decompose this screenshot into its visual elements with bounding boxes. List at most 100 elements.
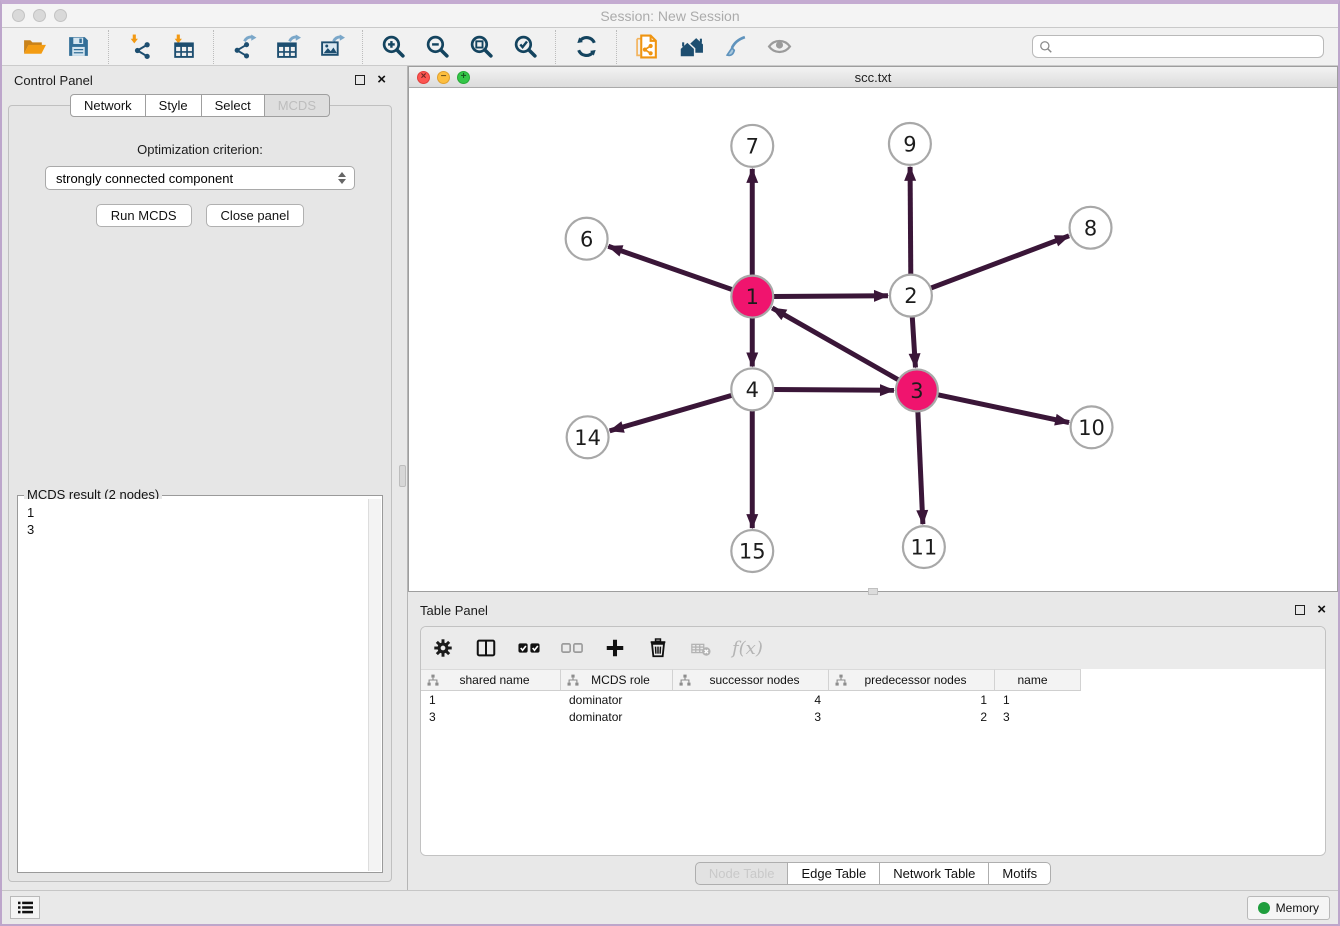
node-10[interactable]: 10 <box>1071 406 1113 448</box>
network-canvas[interactable]: 7 9 6 8 1 2 4 3 14 10 15 11 <box>409 88 1337 591</box>
save-session-icon[interactable] <box>63 32 93 62</box>
open-file-icon[interactable] <box>19 32 49 62</box>
tab-edge-table[interactable]: Edge Table <box>787 862 880 885</box>
svg-text:4: 4 <box>746 378 759 402</box>
table-panel-header: Table Panel × <box>408 596 1338 624</box>
table-panel-inner: f(x) shared nameMCDS rolesuccessor nodes… <box>420 626 1326 856</box>
window-title: Session: New Session <box>2 8 1338 24</box>
node-9[interactable]: 9 <box>889 123 931 165</box>
search-input[interactable] <box>1057 40 1317 54</box>
table-panel: Table Panel × f(x) <box>408 596 1338 890</box>
hierarchy-icon <box>835 674 847 686</box>
delete-table-icon <box>689 636 713 660</box>
edge-1-6[interactable] <box>608 246 732 289</box>
column-header-successor-nodes[interactable]: successor nodes <box>673 669 829 691</box>
task-history-button[interactable] <box>10 896 40 919</box>
table-cell[interactable]: 1 <box>421 693 561 707</box>
table-cell[interactable]: 1 <box>995 693 1081 707</box>
right-column: × − + scc.txt 7968124314101511 Table Pan… <box>408 66 1338 890</box>
column-header-MCDS-role[interactable]: MCDS role <box>561 669 673 691</box>
add-row-icon[interactable] <box>603 636 627 660</box>
close-panel-button[interactable]: Close panel <box>206 204 305 227</box>
run-mcds-button[interactable]: Run MCDS <box>96 204 192 227</box>
float-table-panel-icon[interactable] <box>1295 605 1305 615</box>
table-settings-gear-icon[interactable] <box>431 636 455 660</box>
node-7[interactable]: 7 <box>731 125 773 167</box>
deselect-all-columns-icon[interactable] <box>560 636 584 660</box>
edge-3-11[interactable] <box>918 411 923 524</box>
toolbar-separator <box>108 30 109 64</box>
apply-function-icon: f(x) <box>732 638 763 659</box>
edge-2-3[interactable] <box>912 317 915 368</box>
node-8[interactable]: 8 <box>1070 207 1112 249</box>
edge-2-9[interactable] <box>910 167 911 275</box>
table-cell[interactable]: 1 <box>829 693 995 707</box>
column-header-shared-name[interactable]: shared name <box>421 669 561 691</box>
split-columns-icon[interactable] <box>474 636 498 660</box>
node-6[interactable]: 6 <box>566 218 608 260</box>
column-header-predecessor-nodes[interactable]: predecessor nodes <box>829 669 995 691</box>
memory-button[interactable]: Memory <box>1247 896 1330 920</box>
column-header-name[interactable]: name <box>995 669 1081 691</box>
horizontal-splitter-grip[interactable] <box>868 588 878 595</box>
svg-text:14: 14 <box>574 426 601 450</box>
splitter-grip[interactable] <box>399 465 406 487</box>
tab-network-table[interactable]: Network Table <box>879 862 989 885</box>
import-network-icon[interactable] <box>124 32 154 62</box>
delete-row-trash-icon[interactable] <box>646 636 670 660</box>
style-brush-icon[interactable] <box>720 32 750 62</box>
tab-motifs[interactable]: Motifs <box>988 862 1051 885</box>
edge-3-10[interactable] <box>937 395 1069 423</box>
close-table-panel-icon[interactable]: × <box>1317 605 1326 615</box>
export-table-icon[interactable] <box>273 32 303 62</box>
tab-node-table[interactable]: Node Table <box>695 862 789 885</box>
edge-4-14[interactable] <box>610 395 732 431</box>
search-box[interactable] <box>1032 35 1324 58</box>
mcds-result-box: MCDS result (2 nodes) 1 3 <box>17 495 383 873</box>
edge-4-3[interactable] <box>773 390 894 391</box>
export-network-icon[interactable] <box>229 32 259 62</box>
zoom-out-icon[interactable] <box>422 32 452 62</box>
home-icon[interactable] <box>676 32 706 62</box>
select-all-columns-icon[interactable] <box>517 636 541 660</box>
criterion-select[interactable]: strongly connected component <box>45 166 355 190</box>
node-14[interactable]: 14 <box>567 416 609 458</box>
tab-mcds[interactable]: MCDS <box>264 94 330 117</box>
import-table-icon[interactable] <box>168 32 198 62</box>
edge-3-1[interactable] <box>772 308 898 380</box>
table-row[interactable]: 3dominator323 <box>421 708 1325 725</box>
zoom-fit-icon[interactable] <box>466 32 496 62</box>
table-cell[interactable]: 3 <box>673 710 829 724</box>
vertical-splitter[interactable] <box>398 66 408 890</box>
result-scrollbar[interactable] <box>368 499 381 871</box>
node-1[interactable]: 1 <box>731 276 773 318</box>
tab-style[interactable]: Style <box>145 94 202 117</box>
table-cell[interactable]: dominator <box>561 693 673 707</box>
submit-network-icon[interactable] <box>632 32 662 62</box>
zoom-in-icon[interactable] <box>378 32 408 62</box>
mcds-result-area[interactable]: 1 3 <box>19 499 381 871</box>
toolbar-separator <box>616 30 617 64</box>
tab-select[interactable]: Select <box>201 94 265 117</box>
table-cell[interactable]: 2 <box>829 710 995 724</box>
refresh-view-icon[interactable] <box>571 32 601 62</box>
float-panel-icon[interactable] <box>355 75 365 85</box>
table-cell[interactable]: 3 <box>421 710 561 724</box>
table-cell[interactable]: 4 <box>673 693 829 707</box>
node-15[interactable]: 15 <box>731 530 773 572</box>
table-cell[interactable]: 3 <box>995 710 1081 724</box>
node-4[interactable]: 4 <box>731 368 773 410</box>
node-2[interactable]: 2 <box>890 275 932 317</box>
tab-network[interactable]: Network <box>70 94 146 117</box>
node-11[interactable]: 11 <box>903 526 945 568</box>
node-3[interactable]: 3 <box>896 369 938 411</box>
edge-1-2[interactable] <box>773 296 888 297</box>
table-row[interactable]: 1dominator411 <box>421 691 1325 708</box>
table-cell[interactable]: dominator <box>561 710 673 724</box>
select-stepper-icon <box>338 172 346 184</box>
app-window: Session: New Session <box>0 0 1340 926</box>
edge-2-8[interactable] <box>931 236 1070 288</box>
export-image-icon[interactable] <box>317 32 347 62</box>
zoom-selected-icon[interactable] <box>510 32 540 62</box>
close-panel-icon[interactable]: × <box>377 75 386 85</box>
